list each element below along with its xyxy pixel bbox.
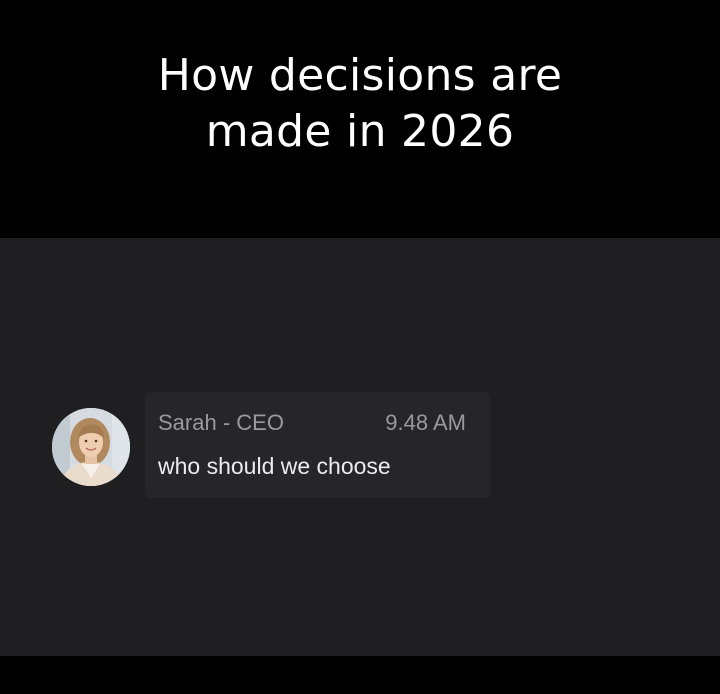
sender-name: Sarah - CEO — [158, 410, 284, 435]
bottom-band — [0, 656, 720, 694]
title-band: How decisions are made in 2026 — [0, 0, 720, 238]
title-line-2: made in 2026 — [205, 106, 515, 157]
avatar[interactable] — [52, 408, 130, 486]
message-bubble[interactable]: Sarah - CEO 9.48 AM who should we choose — [145, 392, 490, 498]
page-title: How decisions are made in 2026 — [0, 48, 720, 160]
title-line-1: How decisions are — [157, 50, 563, 101]
user-avatar-photo-icon — [52, 408, 130, 486]
video-frame: How decisions are made in 2026 Sarah - C… — [0, 0, 720, 694]
message-text: who should we choose — [158, 453, 391, 479]
message-timestamp: 9.48 AM — [385, 410, 466, 435]
